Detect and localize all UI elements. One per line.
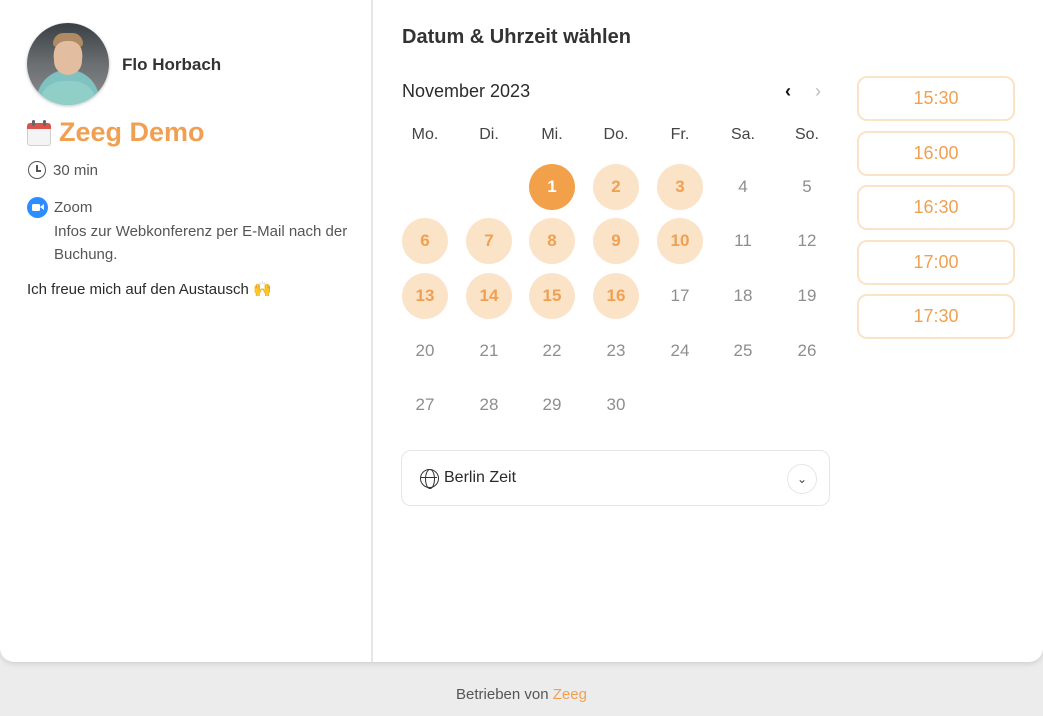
calendar-day: 30: [606, 395, 626, 414]
calendar-day[interactable]: 9: [593, 218, 639, 264]
footer-prefix: Betrieben von: [456, 686, 549, 703]
calendar-day[interactable]: 6: [402, 218, 448, 264]
weekday-label: Mi.: [541, 126, 563, 143]
duration-text: 30 min: [53, 161, 99, 179]
calendar-day: 11: [734, 231, 752, 250]
calendar-day: 27: [415, 395, 435, 414]
calendar-day: 18: [733, 286, 753, 305]
chevron-down-icon[interactable]: ⌄: [787, 464, 817, 494]
chevron-right-icon: ›: [815, 81, 821, 101]
calendar-day: 20: [415, 341, 435, 360]
calendar-day[interactable]: 3: [657, 164, 703, 210]
calendar-day[interactable]: 15: [529, 273, 575, 319]
calendar-day: 23: [606, 341, 626, 360]
host-name: Flo Horbach: [122, 55, 222, 74]
clock-icon: [28, 161, 46, 179]
calendar-day: 4: [738, 177, 748, 196]
calendar-day: 24: [670, 341, 690, 360]
previous-month-button[interactable]: ‹: [777, 80, 799, 102]
scheduler-heading: Datum & Uhrzeit wählen: [402, 26, 631, 48]
calendar-day[interactable]: 10: [657, 218, 703, 264]
location-text: Zoom: [54, 199, 93, 216]
calendar-day[interactable]: 2: [593, 164, 639, 210]
weekday-label: Fr.: [670, 126, 690, 143]
calendar-day: 29: [542, 395, 562, 414]
booking-card: Flo Horbach Zeeg Demo 30 min Zoom Infos …: [0, 0, 1043, 662]
event-location: Zoom: [27, 197, 92, 218]
avatar: [27, 23, 109, 105]
next-month-button[interactable]: ›: [807, 80, 829, 102]
calendar-day: 12: [797, 231, 817, 250]
time-slot-button[interactable]: 15:30: [857, 76, 1015, 121]
event-duration: 30 min: [28, 161, 98, 179]
calendar-day[interactable]: 13: [402, 273, 448, 319]
calendar-day: 21: [479, 341, 499, 360]
calendar-day: 22: [542, 341, 562, 360]
chevron-left-icon: ‹: [785, 81, 791, 101]
globe-icon: [420, 468, 439, 489]
calendar-day: 5: [802, 177, 812, 196]
weekday-label: So.: [794, 126, 819, 143]
time-slot-button[interactable]: 16:30: [857, 185, 1015, 230]
time-slot-button[interactable]: 17:30: [857, 294, 1015, 339]
calendar-day: 26: [797, 341, 817, 360]
calendar-icon: [27, 119, 51, 146]
footer-brand-link[interactable]: Zeeg: [553, 686, 587, 703]
event-description: Ich freue mich auf den Austausch 🙌: [27, 281, 272, 298]
weekday-label: Do.: [603, 126, 629, 143]
scheduler-panel: Datum & Uhrzeit wählen November 2023 ‹ ›…: [373, 0, 1043, 662]
timezone-label: Berlin Zeit: [444, 469, 517, 486]
calendar-day[interactable]: 8: [529, 218, 575, 264]
calendar-day: 25: [733, 341, 753, 360]
weekday-label: Mo.: [411, 126, 439, 143]
event-title: Zeeg Demo: [27, 117, 205, 148]
time-slot-button[interactable]: 17:00: [857, 239, 1015, 285]
calendar-day: 19: [797, 286, 817, 305]
weekday-label: Sa.: [730, 126, 755, 143]
timezone-select[interactable]: Berlin Zeit ⌄: [401, 450, 830, 506]
time-slot-button[interactable]: 16:00: [857, 130, 1015, 176]
location-info: Infos zur Webkonferenz per E-Mail nach d…: [54, 223, 348, 263]
footer: Betrieben von Zeeg: [0, 686, 1043, 703]
weekday-label: Di.: [479, 126, 499, 143]
calendar-day[interactable]: 7: [466, 218, 512, 264]
calendar-day[interactable]: 14: [466, 273, 512, 319]
calendar-day: 28: [479, 395, 499, 414]
calendar-day[interactable]: 1: [529, 164, 575, 210]
zoom-icon: [27, 197, 48, 218]
calendar-day[interactable]: 16: [593, 273, 639, 319]
calendar-day: 17: [670, 286, 690, 305]
month-label: November 2023: [402, 81, 531, 101]
event-title-text: Zeeg Demo: [59, 117, 205, 147]
event-info-panel: Flo Horbach Zeeg Demo 30 min Zoom Infos …: [0, 0, 373, 662]
